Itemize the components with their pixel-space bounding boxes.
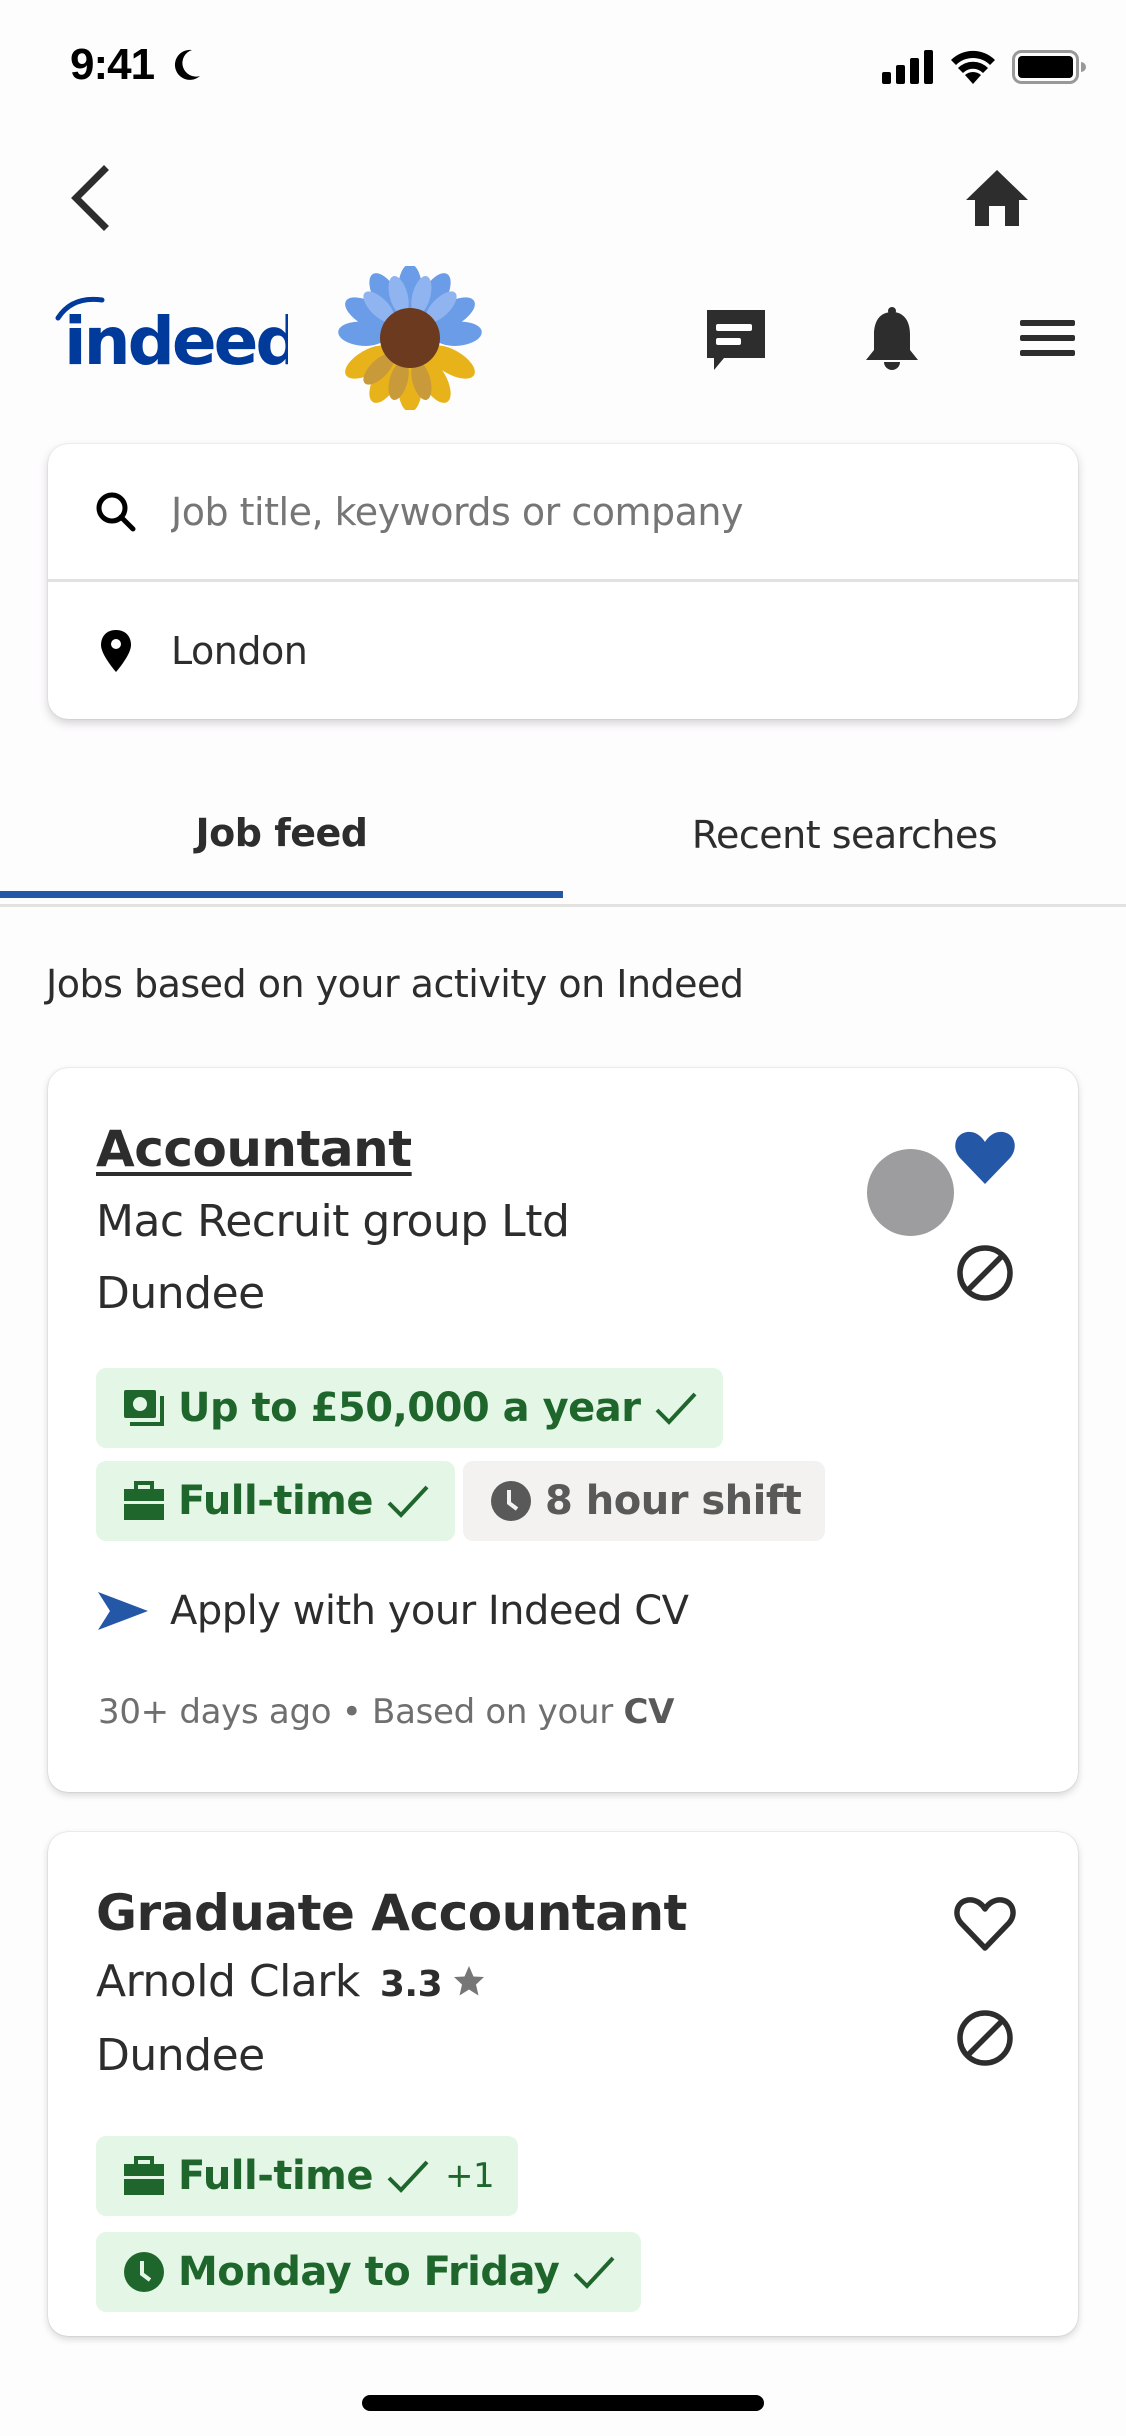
more-tags-count: +1 (444, 2156, 495, 2196)
check-icon (387, 1485, 429, 1518)
tab-job-feed[interactable]: Job feed (0, 770, 563, 896)
save-job-button[interactable] (950, 1892, 1020, 1956)
briefcase-icon (124, 2156, 164, 2195)
tab-divider (0, 904, 1126, 907)
job-type-tag: Full-time (96, 1461, 455, 1541)
schedule-tag: 8 hour shift (463, 1461, 826, 1541)
job-meta: 30+ days ago • Based on your CV (98, 1692, 674, 1732)
keywords-input[interactable] (171, 489, 1031, 534)
meta-separator: • (341, 1692, 362, 1732)
home-indicator[interactable] (362, 2395, 764, 2411)
messages-button[interactable] (698, 300, 774, 376)
sunflower-icon (338, 266, 482, 410)
block-icon (957, 1245, 1013, 1301)
not-interested-button[interactable] (955, 1243, 1015, 1303)
heart-filled-icon (955, 1131, 1015, 1184)
company-name: Arnold Clark (96, 1956, 360, 2007)
location-input[interactable] (171, 629, 1031, 673)
salary-tag: Up to £50,000 a year (96, 1368, 723, 1448)
easy-apply-row: Apply with your Indeed CV (96, 1588, 689, 1634)
not-interested-button[interactable] (955, 2008, 1015, 2068)
wifi-icon (951, 50, 995, 84)
location-pin-icon (101, 630, 131, 672)
feed-caption: Jobs based on your activity on Indeed (46, 962, 744, 1006)
clock-icon (124, 2252, 164, 2292)
message-icon (707, 310, 765, 370)
active-tab-indicator (0, 891, 563, 898)
job-title[interactable]: Graduate Accountant (96, 1884, 687, 1942)
check-icon (387, 2160, 429, 2193)
salary-icon (124, 1390, 164, 1426)
heart-outline-icon (954, 1897, 1016, 1951)
tag-label: Full-time (178, 2153, 373, 2199)
job-type-tag: Full-time +1 (96, 2136, 519, 2216)
check-icon (573, 2256, 615, 2289)
company-name-row: Arnold Clark 3.3 (96, 1956, 486, 2007)
tab-recent-searches[interactable]: Recent searches (563, 770, 1126, 896)
status-time: 9:41 (70, 40, 155, 89)
home-icon (966, 170, 1028, 226)
signal-icon (882, 50, 933, 84)
indeed-logo[interactable]: indeed (52, 294, 303, 380)
star-icon (454, 1966, 485, 1996)
job-location: Dundee (96, 1268, 265, 1319)
schedule-tag: Monday to Friday (96, 2232, 642, 2312)
home-button[interactable] (958, 162, 1036, 234)
briefcase-icon (124, 1481, 164, 1520)
job-card[interactable]: Accountant Mac Recruit group Ltd Dundee … (48, 1068, 1078, 1792)
chevron-left-icon (71, 165, 109, 231)
bell-icon (866, 307, 918, 370)
touch-indicator (867, 1149, 954, 1236)
keywords-row[interactable] (48, 444, 1078, 582)
notifications-button[interactable] (854, 300, 930, 376)
menu-button[interactable] (1010, 300, 1086, 376)
search-icon (96, 492, 136, 531)
company-rating: 3.3 (379, 1964, 443, 2005)
job-card[interactable]: Graduate Accountant Arnold Clark 3.3 Dund… (48, 1832, 1078, 2336)
meta-bold: CV (623, 1692, 675, 1732)
save-job-button[interactable] (950, 1126, 1020, 1190)
clock-icon (491, 1481, 531, 1521)
moon-icon (174, 49, 200, 80)
search-card (48, 444, 1078, 719)
meta-prefix: Based on your (372, 1692, 613, 1732)
tag-label: Up to £50,000 a year (178, 1385, 641, 1431)
job-title[interactable]: Accountant (96, 1120, 412, 1178)
tag-label: Monday to Friday (178, 2249, 560, 2295)
company-name: Mac Recruit group Ltd (96, 1196, 570, 1247)
tag-label: 8 hour shift (545, 1478, 802, 1524)
posted-date: 30+ days ago (98, 1692, 332, 1732)
back-button[interactable] (60, 160, 116, 236)
location-row[interactable] (48, 583, 1078, 719)
indeed-logo-mark: indeed (55, 296, 303, 380)
logo-text: indeed (64, 303, 288, 374)
block-icon (957, 2010, 1013, 2066)
hamburger-icon (1020, 320, 1075, 356)
check-icon (655, 1392, 696, 1425)
battery-icon (1012, 50, 1086, 84)
job-location: Dundee (96, 2030, 265, 2081)
tag-label: Full-time (178, 1478, 373, 1524)
apply-text: Apply with your Indeed CV (170, 1588, 689, 1634)
send-arrow-icon (98, 1592, 148, 1630)
